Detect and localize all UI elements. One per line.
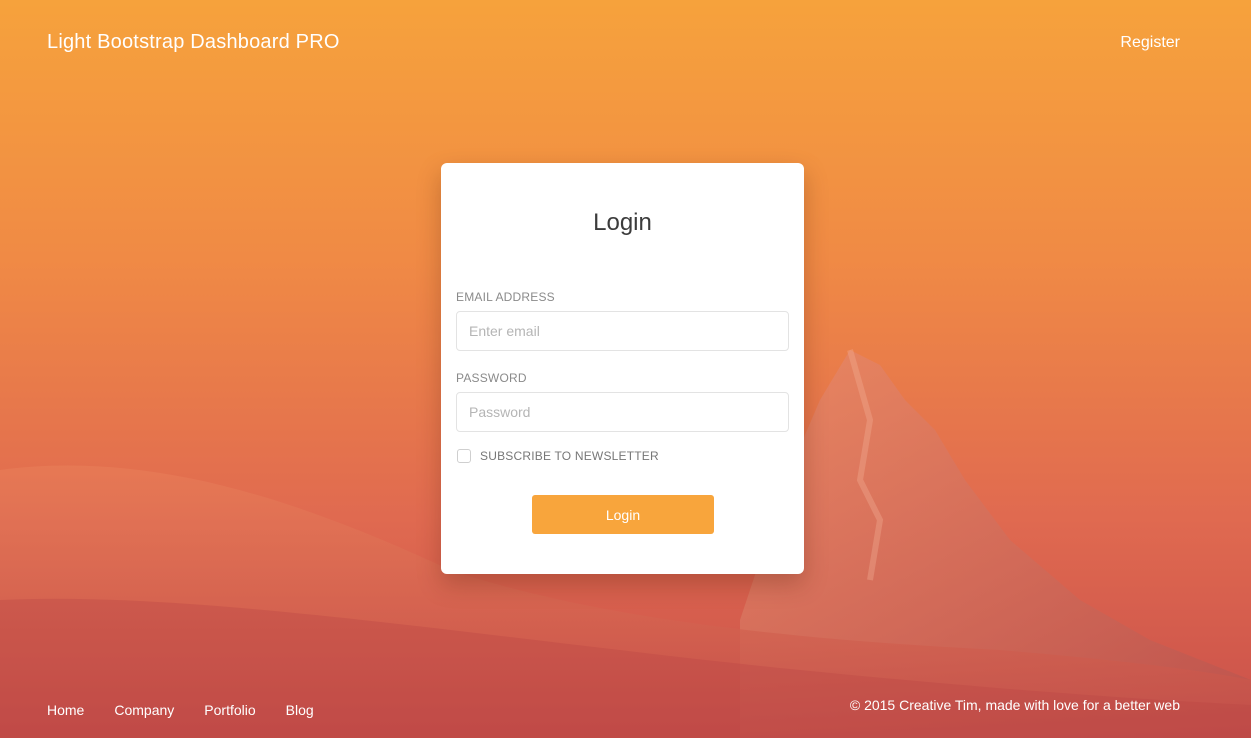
copyright-text: © 2015 Creative Tim, made with love for … <box>849 697 1180 713</box>
footer-link-blog[interactable]: Blog <box>286 702 314 718</box>
register-link[interactable]: Register <box>1120 34 1180 52</box>
top-navbar: Light Bootstrap Dashboard PRO Register <box>0 0 1251 88</box>
email-field[interactable] <box>456 311 789 351</box>
newsletter-checkbox[interactable] <box>457 449 471 463</box>
footer-link-portfolio[interactable]: Portfolio <box>204 702 255 718</box>
footer-nav: Home Company Portfolio Blog <box>47 702 344 718</box>
brand-link[interactable]: Light Bootstrap Dashboard PRO <box>47 31 340 54</box>
password-label: Password <box>456 371 527 385</box>
footer-link-home[interactable]: Home <box>47 702 84 718</box>
footer: Home Company Portfolio Blog © 2015 Creat… <box>0 680 1251 738</box>
newsletter-row: Subscribe to newsletter <box>457 448 659 464</box>
password-field[interactable] <box>456 392 789 432</box>
login-page: Light Bootstrap Dashboard PRO Register L… <box>0 0 1251 738</box>
login-card-title: Login <box>593 209 652 236</box>
email-label: Email Address <box>456 290 555 304</box>
login-card: Login Email Address Password Subscribe t… <box>441 163 804 574</box>
footer-link-company[interactable]: Company <box>114 702 174 718</box>
login-button[interactable]: Login <box>532 495 714 534</box>
newsletter-label[interactable]: Subscribe to newsletter <box>480 449 659 463</box>
